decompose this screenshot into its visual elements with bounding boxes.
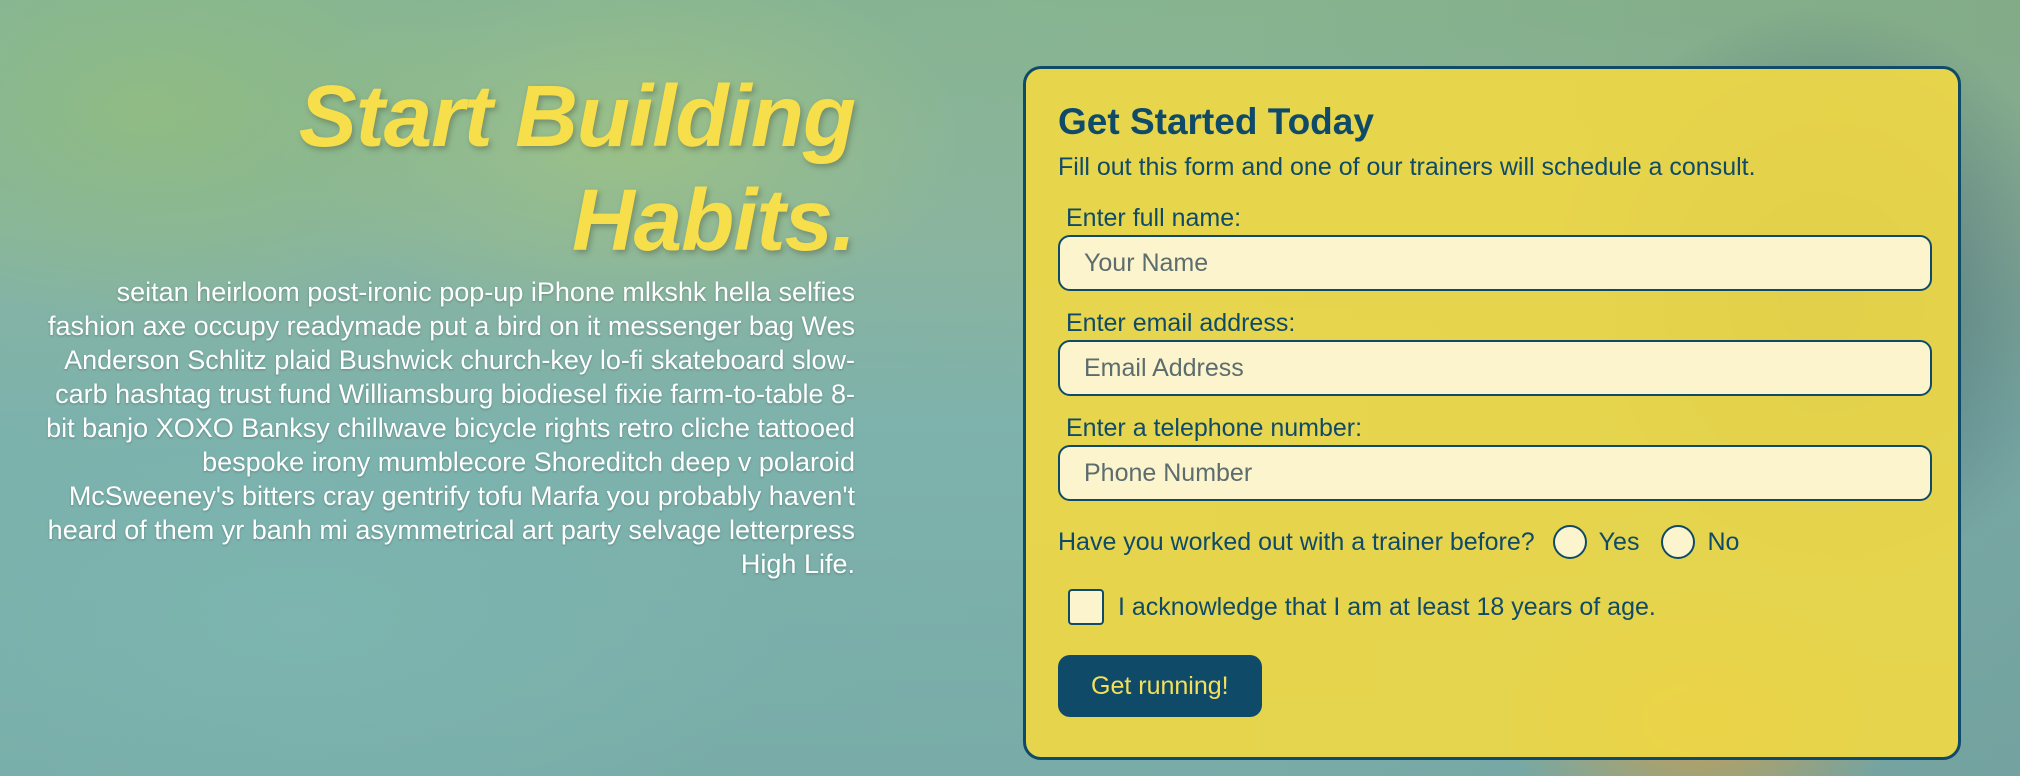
hero-title-line-1: Start Building bbox=[298, 68, 856, 165]
hero-section: Start Building Habits. seitan heirloom p… bbox=[40, 65, 856, 581]
phone-label: Enter a telephone number: bbox=[1066, 414, 1363, 442]
age-ack-label: I acknowledge that I am at least 18 year… bbox=[1118, 593, 1656, 621]
signup-form: Get Started Today Fill out this form and… bbox=[1023, 66, 1961, 760]
radio-yes-label: Yes bbox=[1598, 528, 1640, 556]
email-input[interactable] bbox=[1058, 340, 1932, 396]
radio-option-yes[interactable]: Yes bbox=[1552, 525, 1640, 559]
hero-title-line-2: Habits. bbox=[571, 172, 856, 269]
radio-option-no[interactable]: No bbox=[1661, 525, 1739, 559]
trainer-question-row: Have you worked out with a trainer befor… bbox=[1058, 525, 1926, 559]
form-title: Get Started Today bbox=[1058, 101, 1374, 142]
age-ack-checkbox[interactable] bbox=[1068, 589, 1104, 625]
trainer-question-label: Have you worked out with a trainer befor… bbox=[1058, 528, 1535, 556]
form-subtitle: Fill out this form and one of our traine… bbox=[1058, 153, 1756, 181]
name-input[interactable] bbox=[1058, 235, 1932, 291]
radio-no-label: No bbox=[1707, 528, 1740, 556]
hero-body-text: seitan heirloom post-ironic pop-up iPhon… bbox=[46, 277, 855, 579]
email-label: Enter email address: bbox=[1066, 309, 1296, 337]
hero-title: Start Building Habits. bbox=[40, 65, 856, 273]
name-label: Enter full name: bbox=[1066, 204, 1242, 232]
radio-no-button[interactable] bbox=[1661, 525, 1696, 559]
get-running-button[interactable]: Get running! bbox=[1058, 655, 1262, 717]
name-field-group: Enter full name: bbox=[1058, 203, 1932, 291]
age-ack-row: I acknowledge that I am at least 18 year… bbox=[1058, 589, 1926, 625]
phone-input[interactable] bbox=[1058, 445, 1932, 501]
radio-yes-button[interactable] bbox=[1552, 525, 1587, 559]
email-field-group: Enter email address: bbox=[1058, 308, 1932, 396]
phone-field-group: Enter a telephone number: bbox=[1058, 413, 1932, 501]
